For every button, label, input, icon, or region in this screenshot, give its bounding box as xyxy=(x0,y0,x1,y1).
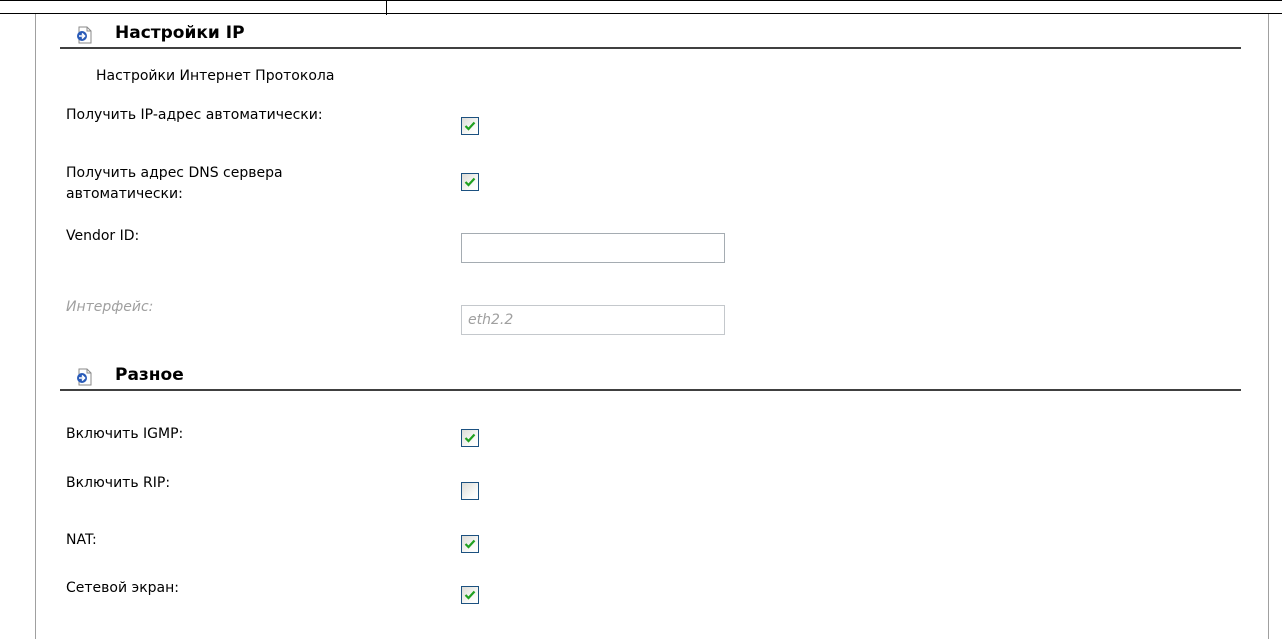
ip-section-subtitle: Настройки Интернет Протокола xyxy=(96,68,335,84)
rip-checkbox[interactable] xyxy=(461,482,479,500)
checkmark-icon xyxy=(464,121,476,131)
firewall-label: Сетевой экран: xyxy=(66,580,179,596)
ip-section-title: Настройки IP xyxy=(115,23,245,43)
page-arrow-icon xyxy=(76,368,92,386)
auto-dns-checkbox[interactable] xyxy=(461,173,479,191)
misc-section-header: Разное xyxy=(60,359,1241,391)
igmp-checkbox[interactable] xyxy=(461,429,479,447)
top-frame-border xyxy=(0,0,1282,15)
vendor-id-input[interactable] xyxy=(461,233,725,263)
checkmark-icon xyxy=(464,433,476,443)
settings-panel: Настройки IP Настройки Интернет Протокол… xyxy=(0,0,1282,639)
page-arrow-icon xyxy=(76,26,92,44)
ip-section-header: Настройки IP xyxy=(60,17,1241,49)
left-frame-border xyxy=(35,14,36,639)
checkmark-icon xyxy=(464,177,476,187)
rip-label: Включить RIP: xyxy=(66,475,171,491)
firewall-checkbox[interactable] xyxy=(461,586,479,604)
frame-divider xyxy=(386,1,387,15)
vendor-id-label: Vendor ID: xyxy=(66,228,140,244)
checkmark-icon xyxy=(464,590,476,600)
right-frame-border xyxy=(1268,14,1269,639)
interface-label: Интерфейс: xyxy=(66,299,154,315)
auto-dns-label: Получить адрес DNS сервера автоматически… xyxy=(66,165,283,202)
igmp-label: Включить IGMP: xyxy=(66,426,184,442)
checkmark-icon xyxy=(464,539,476,549)
nat-label: NAT: xyxy=(66,532,97,548)
auto-ip-checkbox[interactable] xyxy=(461,117,479,135)
nat-checkbox[interactable] xyxy=(461,535,479,553)
auto-ip-label: Получить IP-адрес автоматически: xyxy=(66,107,323,123)
interface-input xyxy=(461,305,725,335)
misc-section-title: Разное xyxy=(115,365,184,385)
